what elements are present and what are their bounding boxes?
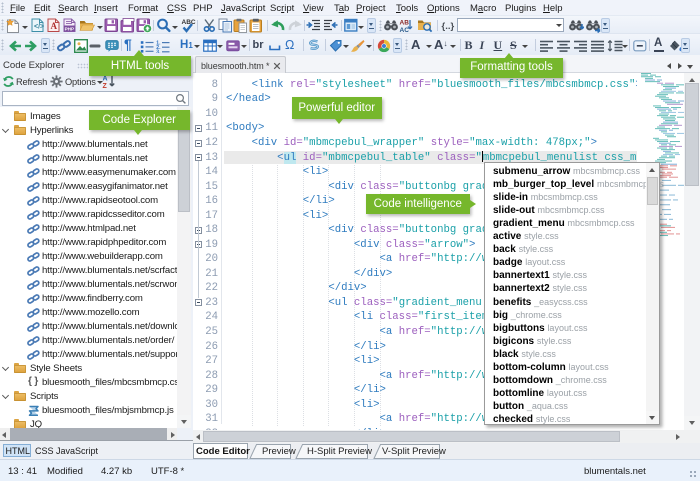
svg-text:{..}: {..} (441, 21, 454, 32)
svg-text:Z: Z (103, 83, 108, 89)
svg-text:3.: 3. (156, 49, 161, 52)
svg-text:ABC: ABC (181, 19, 195, 26)
svg-text:AB: AB (400, 20, 410, 27)
svg-text:PHP: PHP (65, 27, 74, 32)
svg-text:</>: </> (34, 24, 44, 31)
svg-text:A: A (103, 76, 108, 83)
svg-text:A: A (50, 21, 57, 31)
